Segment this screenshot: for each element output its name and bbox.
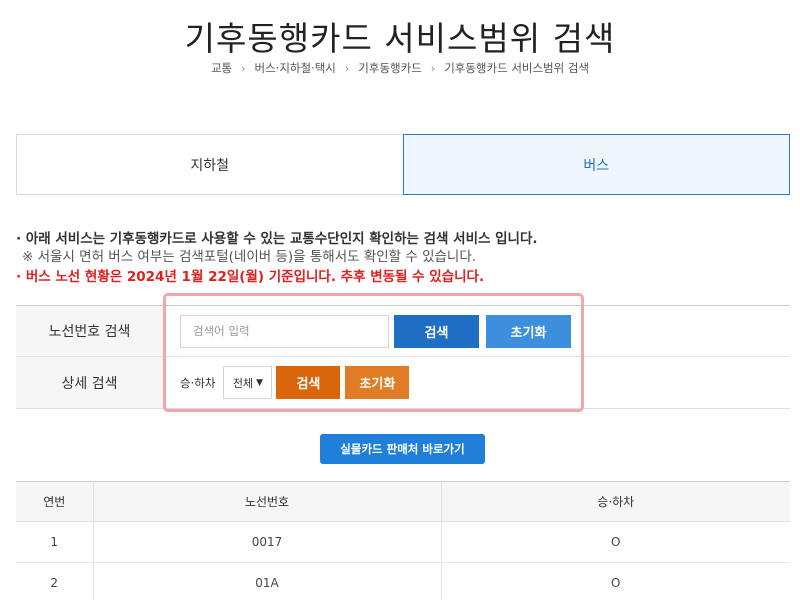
header-number: 연번 [16, 481, 94, 522]
notice-service-info: · 아래 서비스는 기후동행카드로 사용할 수 있는 교통수단인지 확인하는 검… [16, 231, 538, 247]
breadcrumb: 교통 › 버스·지하철·택시 › 기후동행카드 › 기후동행카드 서비스범위 검… [0, 60, 800, 76]
route-search-input[interactable] [180, 314, 389, 348]
breadcrumb-item-transport[interactable]: 교통 [211, 60, 232, 76]
stop-filter-value: 전체 [232, 376, 254, 390]
route-reset-button[interactable]: 초기화 [486, 314, 571, 348]
header-stop: 승·하차 [441, 481, 790, 522]
transport-tabs: 지하철 버스 [16, 134, 790, 195]
cell-route: 0017 [93, 521, 442, 563]
card-shop-link-button[interactable]: 실물카드 판매처 바로가기 [320, 434, 485, 464]
breadcrumb-separator: › [241, 61, 246, 75]
table-row: 2 01A O [16, 562, 790, 600]
header-route: 노선번호 [93, 481, 442, 522]
tab-subway[interactable]: 지하철 [16, 134, 403, 195]
detail-reset-button[interactable]: 초기화 [345, 366, 410, 399]
breadcrumb-item-current: 기후동행카드 서비스범위 검색 [444, 61, 590, 75]
tab-bus[interactable]: 버스 [402, 134, 790, 195]
stop-filter-select[interactable]: 전체 ▼ [223, 366, 273, 399]
detail-search-button[interactable]: 검색 [276, 366, 341, 399]
table-row: 1 0017 O [16, 521, 790, 563]
detail-search-row: 상세 검색 승·하차 전체 ▼ 검색 초기화 [16, 357, 790, 408]
notice-date-warning: · 버스 노선 현황은 2024년 1월 22일(월) 기준입니다. 추후 변동… [16, 269, 485, 285]
stop-filter-label: 승·하차 [180, 375, 216, 390]
cell-number: 1 [16, 521, 94, 563]
route-search-row: 노선번호 검색 검색 초기화 [16, 306, 790, 357]
route-search-button[interactable]: 검색 [394, 314, 479, 348]
notice: · 아래 서비스는 기후동행카드로 사용할 수 있는 교통수단인지 확인하는 검… [16, 230, 790, 286]
route-search-label: 노선번호 검색 [16, 306, 164, 356]
chevron-down-icon: ▼ [256, 377, 263, 388]
breadcrumb-item-bus-subway-taxi[interactable]: 버스·지하철·택시 [255, 60, 336, 76]
results-table: 연번 노선번호 승·하차 1 0017 O 2 01A O [16, 481, 790, 600]
results-header-row: 연번 노선번호 승·하차 [16, 481, 790, 522]
breadcrumb-separator: › [430, 61, 436, 75]
cell-route: 01A [93, 562, 442, 600]
page-title: 기후동행카드 서비스범위 검색 [184, 19, 616, 58]
search-form: 노선번호 검색 검색 초기화 상세 검색 승·하차 전체 ▼ 검색 초기화 [16, 305, 790, 409]
detail-search-label: 상세 검색 [16, 357, 164, 408]
detail-search-cell: 승·하차 전체 ▼ 검색 초기화 [164, 357, 790, 408]
route-search-cell: 검색 초기화 [164, 306, 790, 356]
cell-number: 2 [16, 562, 94, 600]
breadcrumb-item-climate-card[interactable]: 기후동행카드 [358, 60, 421, 76]
cell-stop: O [441, 562, 790, 600]
breadcrumb-separator: › [344, 61, 350, 75]
cell-stop: O [441, 521, 790, 563]
notice-portal-info: ※ 서울시 면허 버스 여부는 검색포털(네이버 등)을 통해서도 확인할 수 … [22, 249, 477, 265]
